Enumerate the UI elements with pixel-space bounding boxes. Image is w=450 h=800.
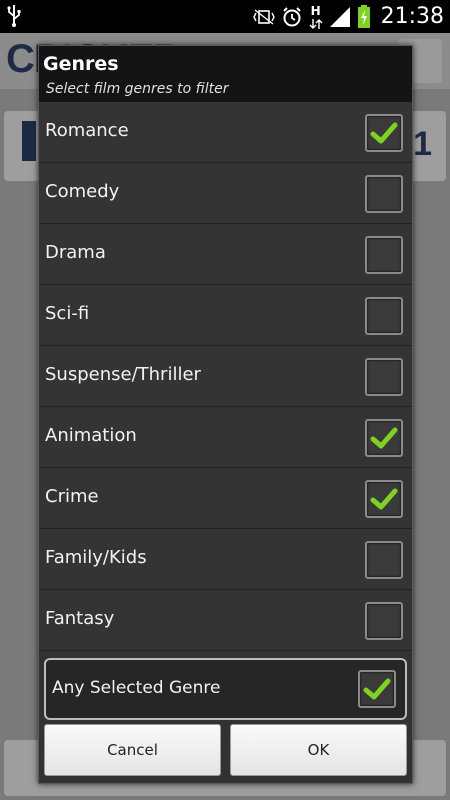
any-selected-genre-row[interactable]: Any Selected Genre [44,658,407,720]
genre-row-family-kids[interactable]: Family/Kids [39,529,412,590]
genre-label: Family/Kids [45,547,147,568]
genre-row-crime[interactable]: Crime [39,468,412,529]
genre-label: Drama [45,242,106,263]
genre-row-suspense-thriller[interactable]: Suspense/Thriller [39,346,412,407]
genre-checkbox[interactable] [365,480,403,518]
genre-row-romance[interactable]: Romance [39,102,412,163]
status-bar: H 21:38 [0,0,450,33]
battery-charging-icon [357,4,370,28]
genre-row-animation[interactable]: Animation [39,407,412,468]
background-card-number: 1 [413,125,432,163]
dialog-title: Genres [43,53,119,75]
genre-row-comedy[interactable]: Comedy [39,163,412,224]
genre-label: Romance [45,120,129,141]
genre-checkbox[interactable] [365,236,403,274]
checkmark-icon [370,427,398,449]
any-selected-genre-label: Any Selected Genre [52,678,221,698]
checkmark-icon [370,122,398,144]
genre-checkbox[interactable] [365,541,403,579]
any-selected-genre-checkbox[interactable] [358,670,396,708]
checkmark-icon [363,678,391,700]
genres-dialog: Genres Select film genres to filter Roma… [38,45,413,784]
genre-checkbox[interactable] [365,419,403,457]
film-icon [22,121,36,161]
genre-row-sci-fi[interactable]: Sci-fi [39,285,412,346]
cancel-button[interactable]: Cancel [44,724,221,776]
usb-icon [7,5,21,27]
checkmark-icon [370,488,398,510]
genre-row-drama[interactable]: Drama [39,224,412,285]
genre-checkbox[interactable] [365,297,403,335]
genre-list: Romance Comedy Drama Sci-fi Suspense/Thr… [39,102,412,651]
genre-checkbox[interactable] [365,175,403,213]
dialog-subtitle: Select film genres to filter [46,81,229,97]
genre-checkbox[interactable] [365,602,403,640]
genre-row-fantasy[interactable]: Fantasy [39,590,412,651]
dialog-header: Genres Select film genres to filter [39,46,412,102]
hspa-data-icon: H [309,4,323,30]
genre-label: Crime [45,486,99,507]
vibrate-icon [252,8,275,25]
clock: 21:38 [380,4,444,29]
genre-label: Comedy [45,181,120,202]
genre-label: Sci-fi [45,303,90,324]
genre-checkbox[interactable] [365,114,403,152]
signal-icon [329,6,350,27]
genre-label: Fantasy [45,608,115,629]
genre-checkbox[interactable] [365,358,403,396]
genre-label: Suspense/Thriller [45,364,201,385]
ok-button[interactable]: OK [230,724,407,776]
alarm-icon [282,6,301,26]
genre-label: Animation [45,425,137,446]
